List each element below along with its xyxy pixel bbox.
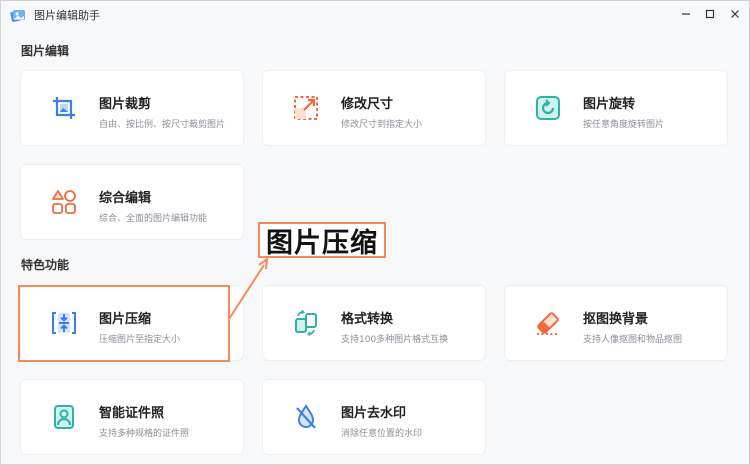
card-image-crop[interactable]: 图片裁剪 自由、按比例、按尺寸裁剪图片: [20, 70, 244, 146]
close-button[interactable]: [725, 5, 745, 23]
eraser-icon: [533, 308, 563, 338]
section-title-image-edit: 图片编辑: [21, 44, 70, 58]
rotate-icon: [533, 93, 563, 123]
card-title: 抠图换背景: [583, 312, 649, 327]
water-drop-icon: [291, 402, 321, 432]
app-title: 图片编辑助手: [34, 9, 100, 22]
card-description: 压缩图片至指定大小: [99, 335, 181, 345]
card-description: 综合、全面的图片编辑功能: [99, 214, 208, 224]
minimize-button[interactable]: [676, 5, 696, 23]
card-rotate[interactable]: 图片旋转 按任意角度旋转图片: [504, 70, 728, 146]
card-description: 按任意角度旋转图片: [583, 120, 665, 130]
card-description: 支持100多种图片格式互换: [341, 335, 449, 345]
crop-icon: [49, 93, 79, 123]
resize-icon: [291, 93, 321, 123]
card-cutout-background[interactable]: 抠图换背景 支持人像抠图和物品抠图: [504, 285, 728, 361]
card-title: 修改尺寸: [341, 97, 394, 112]
app-window: 图片编辑助手 图片编辑 图片裁剪 自由、按比例、按尺寸裁剪图片 修改尺寸 修改尺…: [0, 0, 750, 465]
card-title: 图片去水印: [341, 406, 407, 421]
card-title: 智能证件照: [99, 406, 165, 421]
annotation-callout: 图片压缩: [258, 222, 386, 259]
card-comprehensive-edit[interactable]: 综合编辑 综合、全面的图片编辑功能: [20, 164, 244, 240]
app-logo-icon: [10, 10, 25, 22]
compress-icon: [49, 308, 79, 338]
maximize-icon: [705, 9, 715, 19]
card-resize[interactable]: 修改尺寸 修改尺寸到指定大小: [262, 70, 486, 146]
card-title: 格式转换: [341, 312, 394, 327]
card-title: 图片压缩: [99, 312, 152, 327]
card-description: 支持人像抠图和物品抠图: [583, 335, 683, 345]
shapes-icon: [49, 187, 79, 217]
card-description: 消除任意位置的水印: [341, 429, 423, 439]
title-bar: 图片编辑助手: [1, 1, 749, 29]
minimize-icon: [682, 13, 690, 15]
maximize-button[interactable]: [700, 5, 720, 23]
card-title: 综合编辑: [99, 191, 152, 206]
section-title-features: 特色功能: [21, 258, 70, 272]
card-title: 图片旋转: [583, 97, 636, 112]
card-description: 支持多种规格的证件照: [99, 429, 190, 439]
convert-icon: [291, 308, 321, 338]
close-icon: [731, 10, 739, 18]
card-format-convert[interactable]: 格式转换 支持100多种图片格式互换: [262, 285, 486, 361]
card-compress[interactable]: 图片压缩 压缩图片至指定大小: [20, 285, 244, 361]
card-title: 图片裁剪: [99, 97, 152, 112]
card-description: 修改尺寸到指定大小: [341, 120, 423, 130]
card-description: 自由、按比例、按尺寸裁剪图片: [99, 120, 226, 130]
id-photo-icon: [49, 402, 79, 432]
card-remove-watermark[interactable]: 图片去水印 消除任意位置的水印: [262, 379, 486, 455]
card-id-photo[interactable]: 智能证件照 支持多种规格的证件照: [20, 379, 244, 455]
